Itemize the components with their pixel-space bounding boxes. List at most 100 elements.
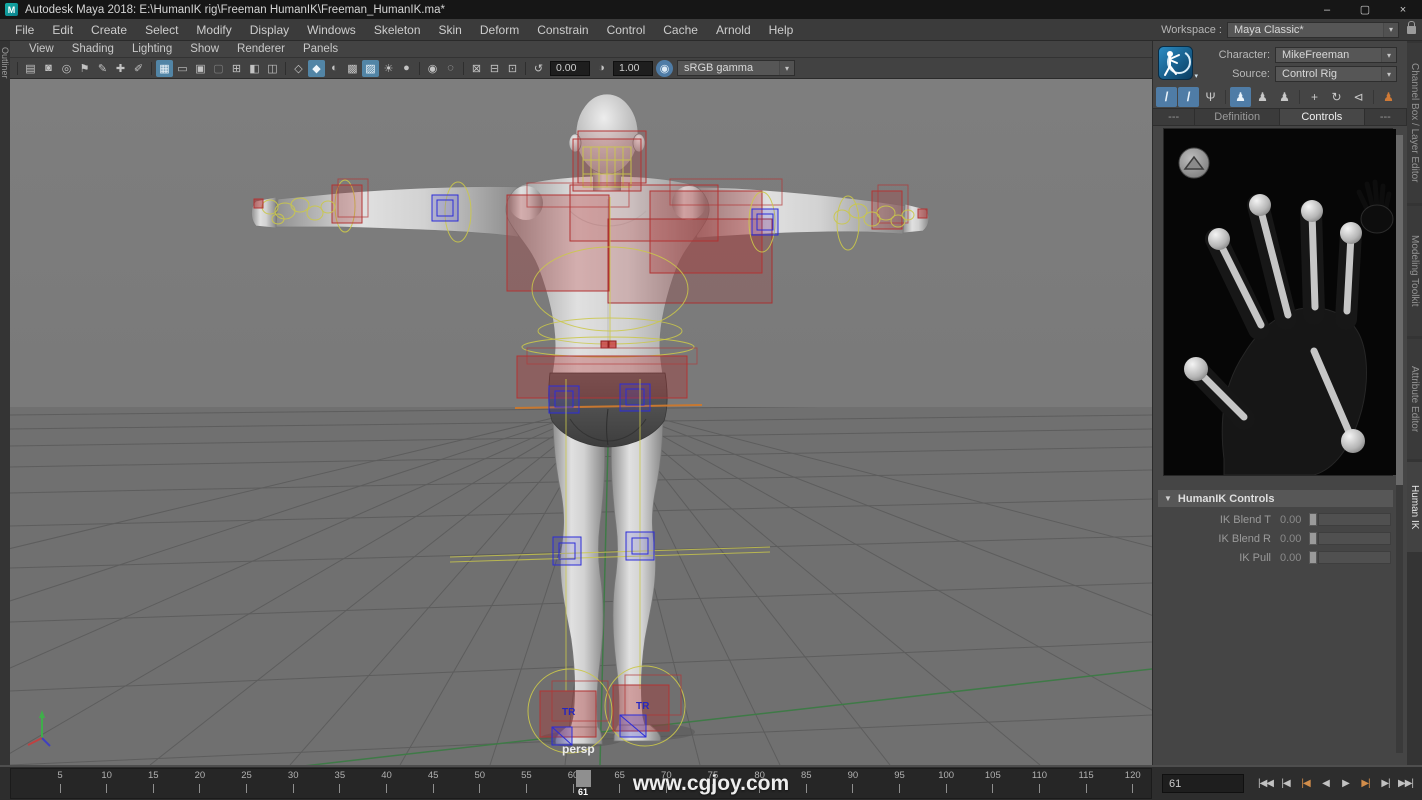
wireframe-icon[interactable]: ◇ [290,60,307,77]
menu-item[interactable]: Skin [430,19,471,40]
tab-outliner[interactable]: Outliner [0,41,10,79]
resolution-gate-icon[interactable]: ▣ [192,60,209,77]
motion-blur-icon[interactable]: ◌ [442,60,459,77]
next-key-button[interactable]: ▶| [1376,773,1395,793]
view-transform-dropdown[interactable]: sRGB gamma ▾ [677,60,795,76]
chevron-down-icon[interactable]: ▾ [1383,23,1398,37]
attribute-value[interactable]: 0.00 [1271,552,1309,564]
timeline-tick[interactable]: 5 [49,770,71,796]
timeline-tick[interactable]: 120 [1122,770,1144,796]
full-body-mode-icon[interactable]: ♟ [1378,87,1399,107]
go-to-end-button[interactable]: ▶▶| [1396,773,1415,793]
current-frame-marker[interactable] [576,770,591,787]
timeline-tick[interactable]: 100 [935,770,957,796]
brush-icon[interactable]: ✐ [130,60,147,77]
timeline-tick[interactable]: 95 [889,770,911,796]
scrollbar-thumb[interactable] [1396,135,1403,485]
pin-translate-icon[interactable]: + [1304,87,1325,107]
separator[interactable] [1373,90,1374,104]
slider-handle[interactable] [1309,551,1317,564]
workspace-dropdown[interactable]: Maya Classic* ▾ [1227,22,1399,38]
panel-menu-item[interactable]: Shading [63,43,123,55]
xray-joints-icon[interactable]: ⊡ [504,60,521,77]
tab-custom-rig[interactable]: --- [1365,109,1407,125]
menu-item[interactable]: Control [598,19,655,40]
menu-item[interactable]: File [6,19,43,40]
panel-menu-item[interactable]: Panels [294,43,347,55]
field-chart-icon[interactable]: ⊞ [228,60,245,77]
collapse-triangle-icon[interactable]: ▼ [1164,494,1172,503]
source-dropdown[interactable]: Control Rig ▾ [1275,66,1397,82]
separator[interactable] [285,62,286,75]
select-camera-icon[interactable]: ▤ [22,60,39,77]
picker-expand-button[interactable] [1179,148,1209,178]
menu-item[interactable]: Modify [187,19,240,40]
tab-human-ik[interactable]: Human IK [1407,462,1422,552]
bone-tool-icon[interactable]: / [1156,87,1177,107]
timeline-tick[interactable]: 30 [282,770,304,796]
slider-handle[interactable] [1309,532,1317,545]
timeline-tick[interactable]: 50 [469,770,491,796]
safe-action-icon[interactable]: ◧ [246,60,263,77]
textured-icon[interactable]: ◐ [326,60,343,77]
lock-icon[interactable] [1407,26,1416,34]
humanik-character-icon[interactable]: ▾ [1158,46,1196,82]
exposure-icon[interactable]: ↺ [530,60,547,77]
separator[interactable] [151,62,152,75]
panel-menu-item[interactable]: Lighting [123,43,181,55]
timeline-tick[interactable]: 105 [982,770,1004,796]
timeline-tick[interactable]: 85 [795,770,817,796]
separator[interactable] [17,62,18,75]
current-frame-field[interactable]: 61 [1162,774,1244,793]
menu-item[interactable]: Constrain [528,19,597,40]
tab-attribute-editor[interactable]: Attribute Editor [1407,339,1422,459]
separator[interactable] [1299,90,1300,104]
character-dropdown[interactable]: MikeFreeman ▾ [1275,47,1397,63]
separator[interactable] [1225,90,1226,104]
separator[interactable] [463,62,464,75]
tab-channel-box[interactable]: Channel Box / Layer Editor [1407,43,1422,203]
menu-item[interactable]: Select [136,19,187,40]
timeline-tick[interactable]: 115 [1075,770,1097,796]
xray-icon[interactable]: ⊟ [486,60,503,77]
timeline-tick[interactable]: 45 [422,770,444,796]
viewport-canvas[interactable]: TR TR persp [10,79,1152,765]
grid-icon[interactable]: ▦ [156,60,173,77]
panel-scrollbar[interactable] [1396,135,1403,753]
timeline-tick[interactable]: 40 [375,770,397,796]
pin-both-icon[interactable]: ⊲ [1348,87,1369,107]
tab-start-pane[interactable]: --- [1153,109,1195,125]
attribute-value[interactable]: 0.00 [1271,533,1309,545]
slider-handle[interactable] [1309,513,1317,526]
separator[interactable] [525,62,526,75]
tab-definition[interactable]: Definition [1195,109,1280,125]
camera-bookmark-icon[interactable]: ◙ [40,60,57,77]
slider-track[interactable] [1318,513,1391,526]
occlusion-icon[interactable]: ◉ [424,60,441,77]
isolate-select-icon[interactable]: ⊠ [468,60,485,77]
pin-rotate-icon[interactable]: ↻ [1326,87,1347,107]
tab-modeling-toolkit[interactable]: Modeling Toolkit [1407,206,1422,336]
gamma-field[interactable]: 1.00 [613,61,653,76]
shadows-icon[interactable]: ● [398,60,415,77]
tab-controls[interactable]: Controls [1280,109,1365,125]
timeline-tick[interactable]: 35 [329,770,351,796]
safe-title-icon[interactable]: ◫ [264,60,281,77]
maximize-button[interactable]: ▢ [1346,0,1384,19]
go-to-start-button[interactable]: |◀◀ [1256,773,1275,793]
timeline-tick[interactable]: 25 [236,770,258,796]
character-controls-icon[interactable]: ♟ [1230,87,1251,107]
skeleton-icon[interactable]: Ψ [1200,87,1221,107]
chevron-down-icon[interactable]: ▾ [779,61,794,75]
panel-menu-item[interactable]: Show [181,43,228,55]
viewport-panel[interactable]: TR TR persp [10,79,1152,765]
menu-item[interactable]: Edit [43,19,82,40]
timeline-tick[interactable]: 55 [515,770,537,796]
separator[interactable] [419,62,420,75]
menu-item[interactable]: Deform [471,19,528,40]
attribute-value[interactable]: 0.00 [1271,514,1309,526]
step-back-frame-button[interactable]: |◀ [1296,773,1315,793]
lights-icon[interactable]: ☀ [380,60,397,77]
panel-menu-item[interactable]: Renderer [228,43,294,55]
menu-item[interactable]: Help [760,19,803,40]
